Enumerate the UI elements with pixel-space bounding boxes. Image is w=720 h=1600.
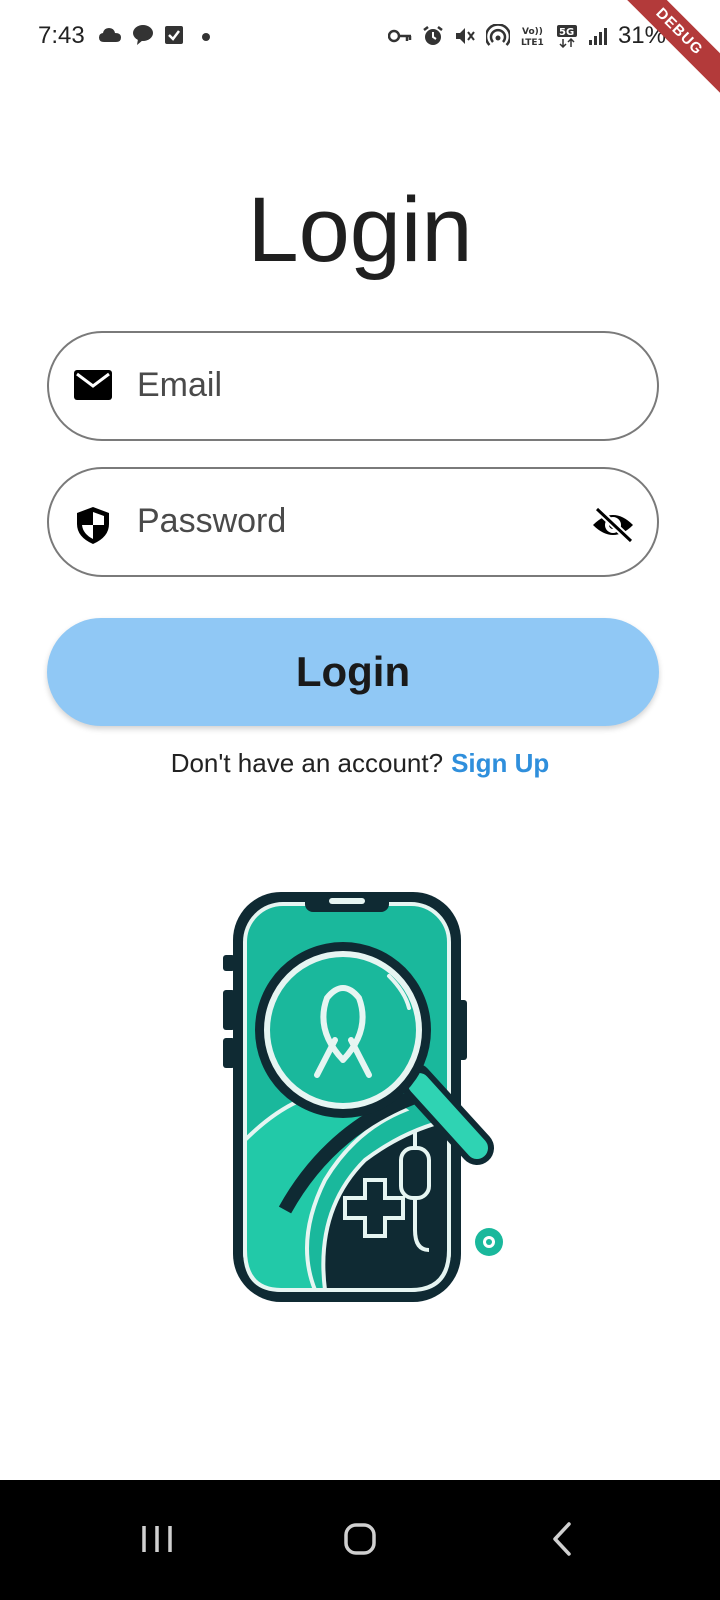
checkbox-icon (165, 26, 183, 44)
signal-icon (588, 28, 607, 45)
signup-prompt: Don't have an account? (170, 748, 444, 778)
volte-icon: Vo))LTE1 (521, 27, 544, 48)
home-icon[interactable] (325, 1504, 395, 1574)
key-icon (387, 29, 412, 43)
hotspot-icon (485, 24, 510, 46)
signup-link[interactable]: Sign Up (451, 748, 549, 778)
status-time: 7:43 (38, 22, 85, 49)
svg-text:5G: 5G (559, 27, 574, 38)
shield-icon (77, 507, 109, 544)
alarm-icon (423, 26, 443, 45)
email-field[interactable]: Email (47, 331, 659, 441)
signup-row: Don't have an account? Sign Up (0, 748, 720, 779)
svg-text:Vo)): Vo)) (522, 27, 543, 37)
svg-text:LTE1: LTE1 (521, 38, 544, 48)
login-screen: 7:43 Vo))LTE1 5G 31% DEBUG Login Email (0, 0, 720, 1600)
cloud-icon (99, 28, 121, 42)
recents-icon[interactable] (122, 1504, 192, 1574)
status-right-icons: Vo)) LTE1 5G 31% (387, 22, 690, 50)
navigation-bar (0, 1480, 720, 1600)
email-icon (74, 370, 112, 400)
login-button[interactable]: Login (47, 618, 659, 726)
page-title: Login (247, 179, 473, 281)
back-icon[interactable] (527, 1504, 597, 1574)
status-left-icons (98, 24, 214, 46)
chat-bubble-icon (133, 25, 153, 45)
password-placeholder: Password (137, 502, 287, 540)
password-field[interactable]: Password (47, 467, 659, 577)
mute-icon (455, 28, 475, 44)
app-logo (223, 892, 503, 1302)
email-placeholder: Email (137, 366, 223, 404)
5g-icon: 5G (556, 25, 577, 48)
dot-icon (202, 33, 210, 41)
eye-off-icon[interactable] (591, 505, 635, 545)
status-bar: 7:43 Vo)) LTE1 5G 31% (0, 0, 720, 78)
